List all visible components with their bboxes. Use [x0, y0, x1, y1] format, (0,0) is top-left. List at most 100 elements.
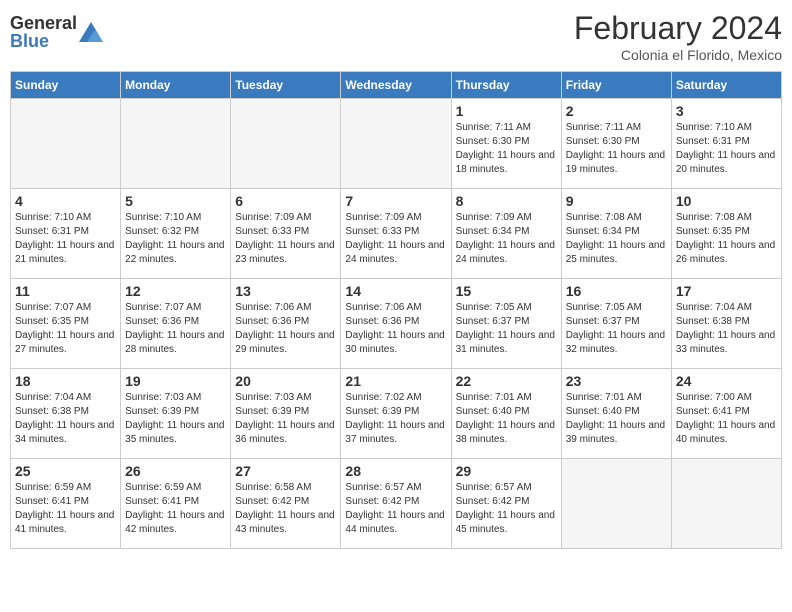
calendar-cell: [561, 459, 671, 549]
day-of-week-header: Friday: [561, 72, 671, 99]
day-info: Sunrise: 7:09 AM Sunset: 6:33 PM Dayligh…: [345, 211, 446, 267]
calendar-cell: 18 Sunrise: 7:04 AM Sunset: 6:38 PM Dayli…: [11, 369, 121, 459]
day-info: Sunrise: 7:06 AM Sunset: 6:36 PM Dayligh…: [345, 301, 446, 357]
day-number: 25: [15, 463, 116, 479]
day-of-week-header: Thursday: [451, 72, 561, 99]
month-year: February 2024: [574, 10, 782, 47]
calendar-header-row: SundayMondayTuesdayWednesdayThursdayFrid…: [11, 72, 782, 99]
calendar-cell: 6 Sunrise: 7:09 AM Sunset: 6:33 PM Daylig…: [231, 189, 341, 279]
calendar-cell: 17Sunrise: 7:04 AM Sunset: 6:38 PM Dayli…: [671, 279, 781, 369]
day-number: 1: [456, 103, 557, 119]
day-info: Sunrise: 7:08 AM Sunset: 6:34 PM Dayligh…: [566, 211, 667, 267]
day-info: Sunrise: 7:00 AM Sunset: 6:41 PM Dayligh…: [676, 391, 777, 447]
calendar-cell: 12 Sunrise: 7:07 AM Sunset: 6:36 PM Dayli…: [121, 279, 231, 369]
day-number: 23: [566, 373, 667, 389]
day-of-week-header: Wednesday: [341, 72, 451, 99]
day-info: Sunrise: 7:03 AM Sunset: 6:39 PM Dayligh…: [125, 391, 226, 447]
day-info: Sunrise: 6:57 AM Sunset: 6:42 PM Dayligh…: [345, 481, 446, 537]
day-number: 3: [676, 103, 777, 119]
day-of-week-header: Saturday: [671, 72, 781, 99]
day-of-week-header: Monday: [121, 72, 231, 99]
calendar-cell: 3 Sunrise: 7:10 AM Sunset: 6:31 PM Daylig…: [671, 99, 781, 189]
calendar-week-row: 11Sunrise: 7:07 AM Sunset: 6:35 PM Dayli…: [11, 279, 782, 369]
calendar-cell: 27 Sunrise: 6:58 AM Sunset: 6:42 PM Dayli…: [231, 459, 341, 549]
calendar-cell: 10 Sunrise: 7:08 AM Sunset: 6:35 PM Dayli…: [671, 189, 781, 279]
day-number: 4: [15, 193, 116, 209]
calendar-cell: 24 Sunrise: 7:00 AM Sunset: 6:41 PM Dayli…: [671, 369, 781, 459]
day-of-week-header: Sunday: [11, 72, 121, 99]
day-info: Sunrise: 6:59 AM Sunset: 6:41 PM Dayligh…: [15, 481, 116, 537]
day-info: Sunrise: 6:58 AM Sunset: 6:42 PM Dayligh…: [235, 481, 336, 537]
day-number: 10: [676, 193, 777, 209]
day-info: Sunrise: 6:57 AM Sunset: 6:42 PM Dayligh…: [456, 481, 557, 537]
location: Colonia el Florido, Mexico: [574, 47, 782, 63]
day-info: Sunrise: 6:59 AM Sunset: 6:41 PM Dayligh…: [125, 481, 226, 537]
logo-icon: [79, 22, 103, 42]
day-info: Sunrise: 7:03 AM Sunset: 6:39 PM Dayligh…: [235, 391, 336, 447]
calendar-cell: 22Sunrise: 7:01 AM Sunset: 6:40 PM Dayli…: [451, 369, 561, 459]
calendar-cell: 15 Sunrise: 7:05 AM Sunset: 6:37 PM Dayli…: [451, 279, 561, 369]
header: General Blue February 2024 Colonia el Fl…: [10, 10, 782, 63]
calendar-cell: 7 Sunrise: 7:09 AM Sunset: 6:33 PM Daylig…: [341, 189, 451, 279]
calendar-week-row: 1 Sunrise: 7:11 AM Sunset: 6:30 PM Daylig…: [11, 99, 782, 189]
calendar-cell: 23 Sunrise: 7:01 AM Sunset: 6:40 PM Dayli…: [561, 369, 671, 459]
day-number: 7: [345, 193, 446, 209]
day-number: 11: [15, 283, 116, 299]
day-info: Sunrise: 7:09 AM Sunset: 6:33 PM Dayligh…: [235, 211, 336, 267]
calendar-cell: 16Sunrise: 7:05 AM Sunset: 6:37 PM Dayli…: [561, 279, 671, 369]
day-info: Sunrise: 7:04 AM Sunset: 6:38 PM Dayligh…: [15, 391, 116, 447]
day-info: Sunrise: 7:09 AM Sunset: 6:34 PM Dayligh…: [456, 211, 557, 267]
calendar-week-row: 4 Sunrise: 7:10 AM Sunset: 6:31 PM Daylig…: [11, 189, 782, 279]
day-info: Sunrise: 7:07 AM Sunset: 6:36 PM Dayligh…: [125, 301, 226, 357]
day-number: 18: [15, 373, 116, 389]
calendar-cell: 5 Sunrise: 7:10 AM Sunset: 6:32 PM Daylig…: [121, 189, 231, 279]
calendar-cell: [231, 99, 341, 189]
day-number: 20: [235, 373, 336, 389]
calendar-cell: 20 Sunrise: 7:03 AM Sunset: 6:39 PM Dayli…: [231, 369, 341, 459]
day-info: Sunrise: 7:06 AM Sunset: 6:36 PM Dayligh…: [235, 301, 336, 357]
day-info: Sunrise: 7:08 AM Sunset: 6:35 PM Dayligh…: [676, 211, 777, 267]
day-number: 21: [345, 373, 446, 389]
calendar-cell: [11, 99, 121, 189]
day-number: 14: [345, 283, 446, 299]
day-number: 19: [125, 373, 226, 389]
day-info: Sunrise: 7:01 AM Sunset: 6:40 PM Dayligh…: [456, 391, 557, 447]
calendar-cell: 26 Sunrise: 6:59 AM Sunset: 6:41 PM Dayli…: [121, 459, 231, 549]
calendar-table: SundayMondayTuesdayWednesdayThursdayFrid…: [10, 71, 782, 549]
day-number: 28: [345, 463, 446, 479]
title-area: February 2024 Colonia el Florido, Mexico: [574, 10, 782, 63]
calendar-cell: 11Sunrise: 7:07 AM Sunset: 6:35 PM Dayli…: [11, 279, 121, 369]
calendar-cell: 4 Sunrise: 7:10 AM Sunset: 6:31 PM Daylig…: [11, 189, 121, 279]
day-info: Sunrise: 7:10 AM Sunset: 6:32 PM Dayligh…: [125, 211, 226, 267]
day-number: 9: [566, 193, 667, 209]
logo-general: General: [10, 14, 77, 32]
day-number: 26: [125, 463, 226, 479]
calendar-cell: 9 Sunrise: 7:08 AM Sunset: 6:34 PM Daylig…: [561, 189, 671, 279]
day-number: 5: [125, 193, 226, 209]
day-number: 12: [125, 283, 226, 299]
calendar-cell: [341, 99, 451, 189]
day-info: Sunrise: 7:02 AM Sunset: 6:39 PM Dayligh…: [345, 391, 446, 447]
day-number: 17: [676, 283, 777, 299]
calendar-cell: [671, 459, 781, 549]
calendar-cell: 21 Sunrise: 7:02 AM Sunset: 6:39 PM Dayli…: [341, 369, 451, 459]
day-number: 29: [456, 463, 557, 479]
calendar-cell: [121, 99, 231, 189]
day-info: Sunrise: 7:10 AM Sunset: 6:31 PM Dayligh…: [676, 121, 777, 177]
calendar-cell: 13Sunrise: 7:06 AM Sunset: 6:36 PM Dayli…: [231, 279, 341, 369]
logo: General Blue: [10, 14, 103, 50]
calendar-week-row: 25 Sunrise: 6:59 AM Sunset: 6:41 PM Dayli…: [11, 459, 782, 549]
calendar-cell: 14 Sunrise: 7:06 AM Sunset: 6:36 PM Dayli…: [341, 279, 451, 369]
day-info: Sunrise: 7:11 AM Sunset: 6:30 PM Dayligh…: [566, 121, 667, 177]
day-number: 15: [456, 283, 557, 299]
day-number: 24: [676, 373, 777, 389]
day-number: 6: [235, 193, 336, 209]
calendar-cell: 29 Sunrise: 6:57 AM Sunset: 6:42 PM Dayli…: [451, 459, 561, 549]
logo-blue: Blue: [10, 32, 77, 50]
day-info: Sunrise: 7:05 AM Sunset: 6:37 PM Dayligh…: [456, 301, 557, 357]
day-number: 2: [566, 103, 667, 119]
calendar-cell: 28 Sunrise: 6:57 AM Sunset: 6:42 PM Dayli…: [341, 459, 451, 549]
day-number: 27: [235, 463, 336, 479]
day-info: Sunrise: 7:01 AM Sunset: 6:40 PM Dayligh…: [566, 391, 667, 447]
day-info: Sunrise: 7:10 AM Sunset: 6:31 PM Dayligh…: [15, 211, 116, 267]
